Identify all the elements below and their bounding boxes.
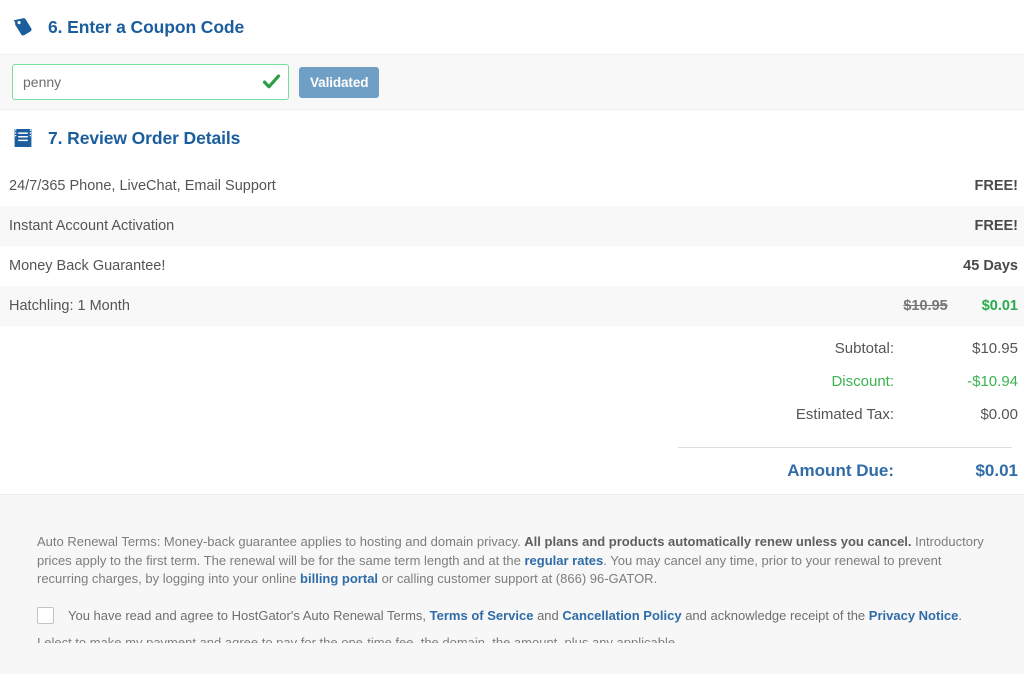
table-row: Hatchling: 1 Month $10.95 $0.01 bbox=[0, 286, 1024, 326]
total-line: Discount: -$10.94 bbox=[0, 373, 1018, 406]
order-section-header: 7. Review Order Details bbox=[0, 110, 1024, 166]
receipt-icon bbox=[12, 127, 34, 149]
coupon-section-header: 6. Enter a Coupon Code bbox=[0, 0, 1024, 54]
terms-text-4: or calling customer support at (866) 96-… bbox=[378, 571, 658, 586]
amount-due-line: Amount Due: $0.01 bbox=[0, 448, 1018, 494]
clipped-next-line: I elect to make my payment and agree to … bbox=[37, 634, 676, 643]
regular-rates-link[interactable]: regular rates bbox=[525, 553, 604, 568]
total-amount: -$10.94 bbox=[967, 373, 1018, 390]
table-row: 24/7/365 Phone, LiveChat, Email Support F… bbox=[0, 166, 1024, 206]
total-amount: $0.00 bbox=[980, 406, 1018, 423]
order-totals: Subtotal: $10.95 Discount: -$10.94 Estimated… bbox=[0, 326, 1024, 494]
agree-text-2: and bbox=[533, 607, 563, 623]
footer-terms-area: Auto Renewal Terms: Money-back guarantee… bbox=[0, 494, 1024, 674]
terms-of-service-link[interactable]: Terms of Service bbox=[430, 608, 534, 623]
agree-text-1: You have read and agree to HostGator's A… bbox=[68, 607, 430, 623]
order-item-value: $0.01 bbox=[981, 298, 1018, 314]
order-line-items: 24/7/365 Phone, LiveChat, Email Support F… bbox=[0, 166, 1024, 326]
tag-icon bbox=[12, 16, 34, 38]
privacy-notice-link[interactable]: Privacy Notice bbox=[869, 608, 959, 623]
total-label: Discount: bbox=[831, 373, 894, 390]
validated-button[interactable]: Validated bbox=[299, 66, 380, 98]
coupon-input-wrapper bbox=[12, 64, 289, 100]
order-item-label: Hatchling: 1 Month bbox=[9, 298, 130, 314]
amount-due-value: $0.01 bbox=[975, 461, 1018, 480]
order-item-label: Money Back Guarantee! bbox=[9, 258, 166, 274]
agree-text-4: . bbox=[958, 607, 963, 623]
billing-portal-link[interactable]: billing portal bbox=[300, 571, 378, 586]
agreement-text: You have read and agree to HostGator's A… bbox=[68, 605, 962, 627]
amount-due-label: Amount Due: bbox=[787, 461, 894, 480]
auto-renewal-terms: Auto Renewal Terms: Money-back guarantee… bbox=[37, 533, 988, 589]
total-label: Subtotal: bbox=[834, 340, 894, 357]
coupon-code-input[interactable] bbox=[12, 64, 289, 100]
table-row: Instant Account Activation FREE! bbox=[0, 206, 1024, 246]
order-item-original-price: $10.95 bbox=[903, 298, 948, 314]
order-section-title: 7. Review Order Details bbox=[48, 127, 241, 148]
order-item-label: 24/7/365 Phone, LiveChat, Email Support bbox=[9, 178, 276, 194]
coupon-section-title: 6. Enter a Coupon Code bbox=[48, 16, 245, 37]
total-label: Estimated Tax: bbox=[795, 406, 894, 423]
agree-text-3: and acknowledge receipt of the bbox=[681, 607, 869, 623]
order-item-value: FREE! bbox=[974, 178, 1019, 194]
total-amount: $10.95 bbox=[972, 340, 1018, 357]
terms-bold-1: All plans and products automatically ren… bbox=[524, 534, 912, 549]
agree-terms-checkbox[interactable] bbox=[37, 606, 54, 624]
order-item-label: Instant Account Activation bbox=[9, 218, 175, 234]
order-item-value: FREE! bbox=[974, 218, 1019, 234]
total-line: Estimated Tax: $0.00 bbox=[0, 406, 1018, 439]
order-item-value: 45 Days bbox=[963, 258, 1018, 274]
terms-text-1: Auto Renewal Terms: Money-back guarantee… bbox=[37, 534, 525, 549]
table-row: Money Back Guarantee! 45 Days bbox=[0, 246, 1024, 286]
cancellation-policy-link[interactable]: Cancellation Policy bbox=[562, 608, 681, 623]
coupon-input-band: Validated bbox=[0, 54, 1024, 110]
agreement-row: You have read and agree to HostGator's A… bbox=[37, 605, 988, 627]
total-line: Subtotal: $10.95 bbox=[0, 340, 1018, 373]
